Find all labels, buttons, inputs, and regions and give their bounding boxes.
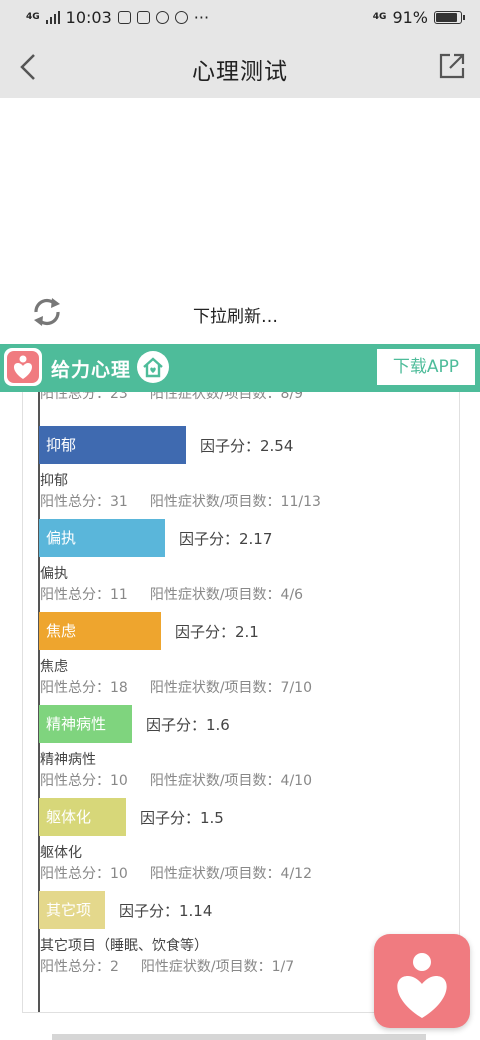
positive-ratio: 阳性症状数/项目数：1/7 bbox=[140, 959, 295, 975]
positive-total: 阳性总分：10 bbox=[40, 773, 128, 789]
download-app-button[interactable]: 下载APP bbox=[376, 348, 476, 386]
factor-report: 阳性总分：23 阳性症状数/项目数：8/9 抑郁 因子分：2.54 抑郁 阳性总分：31… bbox=[22, 392, 460, 1013]
positive-total: 阳性总分：18 bbox=[40, 680, 128, 696]
factor-name: 躯体化 bbox=[40, 845, 82, 861]
mail-icon bbox=[117, 11, 131, 24]
message-icon bbox=[174, 11, 188, 24]
share-icon[interactable] bbox=[436, 50, 468, 82]
factor-stats: 阳性总分：18 阳性症状数/项目数：7/10 bbox=[40, 677, 312, 697]
positive-ratio: 阳性症状数/项目数：4/10 bbox=[149, 773, 312, 789]
heart-person-icon bbox=[397, 953, 447, 1018]
factor-stats: 阳性总分：31 阳性症状数/项目数：11/13 bbox=[40, 491, 321, 511]
positive-ratio: 阳性症状数/项目数：11/13 bbox=[149, 494, 321, 510]
factor-stats: 阳性总分：2 阳性症状数/项目数：1/7 bbox=[40, 956, 294, 976]
status-bar: 4G 10:03 ··· 4G 91% bbox=[0, 0, 480, 36]
factor-bar: 其它项 bbox=[39, 891, 105, 929]
factor-score: 因子分：1.14 bbox=[119, 902, 213, 920]
help-icon bbox=[155, 11, 169, 24]
factor-bar: 焦虑 bbox=[39, 612, 161, 650]
more-notifications-icon: ··· bbox=[193, 8, 210, 27]
factor-score: 因子分：1.6 bbox=[146, 716, 230, 734]
floating-app-button[interactable] bbox=[374, 934, 470, 1028]
factor-bar: 精神病性 bbox=[39, 705, 132, 743]
positive-ratio: 阳性症状数/项目数：7/10 bbox=[149, 680, 312, 696]
factor-score: 因子分：2.54 bbox=[200, 437, 294, 455]
partial-row: 阳性总分：23 阳性症状数/项目数：8/9 bbox=[40, 392, 303, 403]
positive-total: 阳性总分：10 bbox=[40, 866, 128, 882]
factor-name: 抑郁 bbox=[40, 473, 68, 489]
signal-icon bbox=[45, 11, 60, 24]
factor-score: 因子分：1.5 bbox=[140, 809, 224, 827]
factor-name: 偏执 bbox=[40, 566, 68, 582]
positive-total: 阳性总分：2 bbox=[40, 959, 119, 975]
positive-total: 阳性总分：11 bbox=[40, 587, 128, 603]
factor-score: 因子分：2.1 bbox=[175, 623, 259, 641]
factor-score: 因子分：2.17 bbox=[179, 530, 273, 548]
nav-bar: 心理测试 bbox=[0, 36, 480, 98]
app-banner: 给力心理 下载APP bbox=[0, 344, 480, 392]
app-logo bbox=[4, 348, 42, 386]
factor-name: 焦虑 bbox=[40, 659, 68, 675]
battery-percent: 91% bbox=[392, 8, 428, 27]
app-notification-icon bbox=[136, 11, 150, 24]
positive-ratio: 阳性症状数/项目数：4/12 bbox=[149, 866, 312, 882]
factor-bar: 躯体化 bbox=[39, 798, 126, 836]
home-heart-icon bbox=[137, 351, 169, 383]
battery-icon bbox=[434, 11, 465, 24]
factor-bar: 抑郁 bbox=[39, 426, 186, 464]
positive-total: 阳性总分：23 bbox=[40, 392, 128, 402]
banner-title: 给力心理 bbox=[51, 359, 132, 381]
page-title: 心理测试 bbox=[192, 59, 288, 85]
refresh-icon bbox=[34, 298, 60, 326]
positive-ratio: 阳性症状数/项目数：4/6 bbox=[149, 587, 304, 603]
positive-ratio: 阳性症状数/项目数：8/9 bbox=[149, 392, 304, 402]
positive-total: 阳性总分：31 bbox=[40, 494, 128, 510]
factor-stats: 阳性总分：10 阳性症状数/项目数：4/10 bbox=[40, 770, 312, 790]
factor-name: 精神病性 bbox=[40, 752, 96, 768]
factor-stats: 阳性总分：11 阳性症状数/项目数：4/6 bbox=[40, 584, 303, 604]
status-time: 10:03 bbox=[65, 8, 112, 27]
factor-name: 其它项目（睡眠、饮食等） bbox=[40, 938, 208, 954]
factor-bar: 偏执 bbox=[39, 519, 165, 557]
factor-stats: 阳性总分：10 阳性症状数/项目数：4/12 bbox=[40, 863, 312, 883]
bottom-bar bbox=[52, 1034, 426, 1040]
network-4g: 4G bbox=[372, 12, 387, 22]
pull-refresh-text: 下拉刷新… bbox=[193, 307, 278, 327]
network-type: 4G bbox=[26, 12, 40, 22]
